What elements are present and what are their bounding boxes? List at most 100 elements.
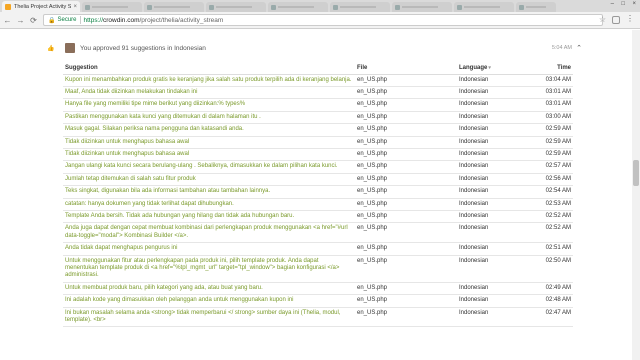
- file-name: en_US.php: [355, 198, 457, 211]
- scrollbar-thumb[interactable]: [633, 160, 639, 186]
- secure-label: Secure: [57, 17, 77, 23]
- suggestion-text[interactable]: Hanya file yang memiliki tipe mime berik…: [63, 98, 355, 112]
- url-input[interactable]: 🔒 Secure https:// crowdin.com /project/t…: [43, 14, 603, 26]
- file-name: en_US.php: [355, 74, 457, 87]
- file-name: en_US.php: [355, 123, 457, 137]
- url-protocol: https://: [83, 16, 104, 24]
- suggestion-text[interactable]: Tidak diizinkan untuk menghapus bahasa a…: [63, 136, 355, 149]
- suggestion-text[interactable]: Anda juga dapat dengan cepat membuat kom…: [63, 222, 355, 244]
- file-name: en_US.php: [355, 173, 457, 187]
- file-name: en_US.php: [355, 255, 457, 283]
- window-close-icon[interactable]: ×: [632, 1, 636, 7]
- suggestion-text[interactable]: Untuk menggunakan fitur atau perlengkapa…: [63, 255, 355, 283]
- browser-tab[interactable]: [454, 2, 514, 12]
- suggestion-time: 03:00 AM: [533, 111, 573, 125]
- table-row: Pastikan menggunakan kata kunci yang dit…: [63, 111, 573, 125]
- suggestion-text[interactable]: Masuk gagal. Silakan periksa nama penggu…: [63, 123, 355, 137]
- language-name: Indonesian: [457, 86, 533, 100]
- thumbs-up-icon[interactable]: 👍: [47, 45, 57, 52]
- table-header-row: Suggestion File Language▾ Time: [63, 63, 573, 75]
- suggestion-text[interactable]: Maaf, Anda tidak diizinkan melakukan tin…: [63, 86, 355, 100]
- column-header-file[interactable]: File: [355, 63, 457, 75]
- activity-summary: You approved 91 suggestions in Indonesia…: [80, 44, 206, 52]
- suggestion-time: 02:47 AM: [533, 307, 573, 328]
- language-name: Indonesian: [457, 198, 533, 211]
- language-name: Indonesian: [457, 294, 533, 308]
- lock-icon: 🔒: [48, 17, 56, 24]
- file-name: en_US.php: [355, 222, 457, 244]
- browser-tab[interactable]: [392, 2, 452, 12]
- suggestion-text[interactable]: Tidak diizinkan untuk menghapus bahasa a…: [63, 148, 355, 162]
- browser-tab[interactable]: [144, 2, 204, 12]
- table-row: Tidak diizinkan untuk menghapus bahasa a…: [63, 136, 573, 149]
- table-row: Kupon ini menambahkan produk gratis ke k…: [63, 74, 573, 87]
- table-row: catatan: hanya dokumen yang tidak terlih…: [63, 198, 573, 211]
- table-row: Tidak diizinkan untuk menghapus bahasa a…: [63, 148, 573, 162]
- table-row: Anda juga dapat dengan cepat membuat kom…: [63, 222, 573, 244]
- language-name: Indonesian: [457, 282, 533, 296]
- column-header-language[interactable]: Language▾: [457, 63, 533, 75]
- favicon-icon: [85, 4, 90, 10]
- suggestion-text[interactable]: Jangan ulangi kata kunci secara berulang…: [63, 160, 355, 174]
- table-row: Ini adalah kode yang dimasukkan oleh pel…: [63, 294, 573, 308]
- browser-tab[interactable]: [330, 2, 390, 12]
- suggestion-time: 02:49 AM: [533, 282, 573, 296]
- suggestion-text[interactable]: Pastikan menggunakan kata kunci yang dit…: [63, 111, 355, 125]
- suggestion-text[interactable]: Kupon ini menambahkan produk gratis ke k…: [63, 74, 355, 87]
- avatar: [65, 43, 75, 53]
- chevron-up-icon[interactable]: ⌃: [576, 44, 582, 52]
- browser-menu-icon[interactable]: ⋮: [626, 14, 634, 23]
- language-name: Indonesian: [457, 210, 533, 224]
- browser-tab-active[interactable]: Thelia Project Activity St ×: [2, 1, 80, 12]
- suggestion-time: 02:51 AM: [533, 242, 573, 256]
- url-path: /project/thelia/activity_stream: [139, 16, 224, 24]
- suggestion-text[interactable]: Template Anda bersih. Tidak ada hubungan…: [63, 210, 355, 224]
- sort-icon: ▾: [488, 65, 491, 72]
- tab-close-icon[interactable]: ×: [73, 4, 77, 10]
- suggestion-time: 03:01 AM: [533, 98, 573, 112]
- browser-tab[interactable]: [268, 2, 328, 12]
- activity-time: 5:04 AM: [551, 45, 572, 51]
- file-name: en_US.php: [355, 282, 457, 296]
- table-row: Jangan ulangi kata kunci secara berulang…: [63, 160, 573, 174]
- favicon-icon: [519, 4, 524, 10]
- language-name: Indonesian: [457, 222, 533, 244]
- table-row: Masuk gagal. Silakan periksa nama penggu…: [63, 123, 573, 137]
- maximize-icon[interactable]: □: [621, 1, 625, 7]
- file-name: en_US.php: [355, 242, 457, 256]
- tab-title: Thelia Project Activity St: [14, 3, 72, 10]
- column-header-suggestion[interactable]: Suggestion: [63, 63, 355, 75]
- language-name: Indonesian: [457, 111, 533, 125]
- language-name: Indonesian: [457, 123, 533, 137]
- language-name: Indonesian: [457, 173, 533, 187]
- suggestion-text[interactable]: Anda tidak dapat menghapus pengurus ini: [63, 242, 355, 256]
- file-name: en_US.php: [355, 294, 457, 308]
- suggestion-text[interactable]: Untuk membuat produk baru, pilih kategor…: [63, 282, 355, 296]
- minimize-icon[interactable]: –: [611, 1, 614, 7]
- reload-icon[interactable]: ⟳: [28, 16, 39, 25]
- suggestion-text[interactable]: catatan: hanya dokumen yang tidak terlih…: [63, 198, 355, 211]
- browser-tab[interactable]: [206, 2, 266, 12]
- favicon-icon: [147, 4, 152, 10]
- address-bar: ← → ⟳ 🔒 Secure https:// crowdin.com /pro…: [0, 12, 640, 29]
- browser-tab[interactable]: [82, 2, 142, 12]
- page-scrollbar[interactable]: [632, 30, 640, 360]
- forward-icon[interactable]: →: [15, 16, 26, 25]
- file-name: en_US.php: [355, 307, 457, 328]
- browser-tab[interactable]: [516, 2, 556, 12]
- file-name: en_US.php: [355, 98, 457, 112]
- file-name: en_US.php: [355, 185, 457, 199]
- suggestion-text[interactable]: Ini bukan masalah selama anda <strong> t…: [63, 307, 355, 328]
- bookmark-star-icon[interactable]: ☆: [599, 15, 606, 24]
- table-row: Untuk menggunakan fitur atau perlengkapa…: [63, 255, 573, 283]
- suggestion-text[interactable]: Jumlah tetap ditemukan di salah satu fit…: [63, 173, 355, 187]
- column-header-time[interactable]: Time: [533, 63, 573, 75]
- suggestion-text[interactable]: Ini adalah kode yang dimasukkan oleh pel…: [63, 294, 355, 308]
- suggestion-text[interactable]: Teks singkat, digunakan bila ada informa…: [63, 185, 355, 199]
- table-row: Anda tidak dapat menghapus pengurus ini e…: [63, 242, 573, 256]
- suggestion-time: 02:59 AM: [533, 148, 573, 162]
- suggestion-time: 02:53 AM: [533, 198, 573, 211]
- file-name: en_US.php: [355, 86, 457, 100]
- back-icon[interactable]: ←: [2, 16, 13, 25]
- extension-icon[interactable]: [612, 16, 620, 24]
